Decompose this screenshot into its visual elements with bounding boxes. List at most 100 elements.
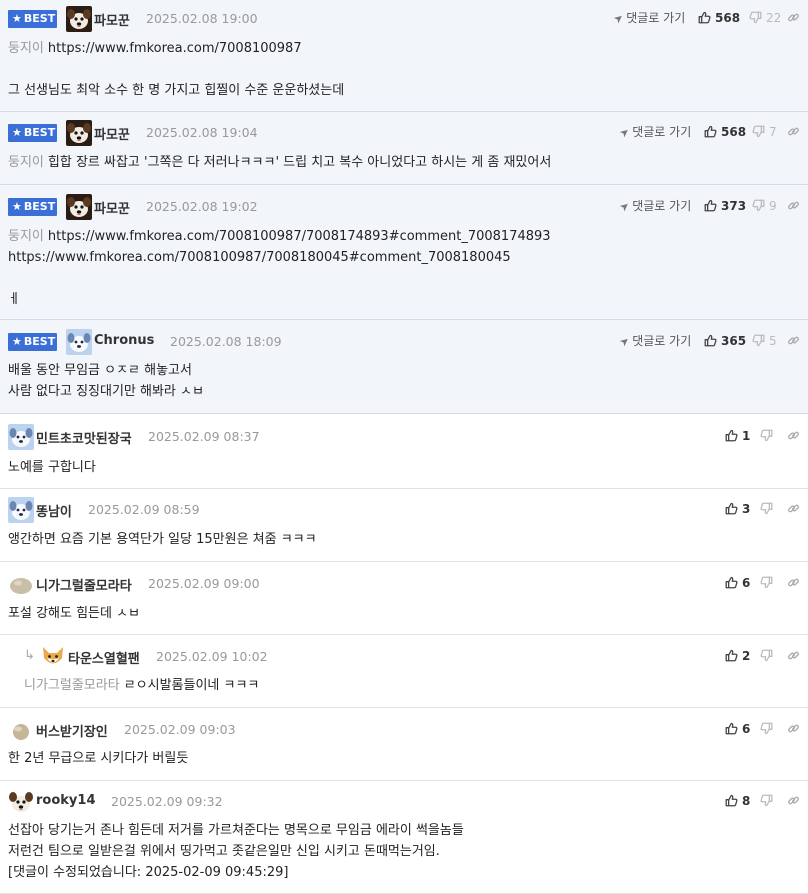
star-icon: ★: [12, 335, 22, 348]
author-nickname[interactable]: 버스받기장인: [36, 721, 108, 740]
comment-body: 둥지이 https://www.fmkorea.com/7008100987 그 …: [8, 38, 800, 101]
comment-date: 2025.02.08 19:00: [146, 11, 258, 26]
thumbs-up-icon: [725, 502, 738, 516]
author-nickname[interactable]: 니가그럴줄모라타: [36, 575, 132, 594]
upvote-button[interactable]: 8: [725, 794, 750, 808]
downvote-button[interactable]: [760, 794, 773, 808]
avatar[interactable]: [8, 717, 34, 743]
go-to-reply-link[interactable]: ➤댓글로 가기: [617, 197, 691, 215]
avatar[interactable]: [66, 194, 92, 220]
mention-nickname[interactable]: 둥지이: [8, 155, 44, 170]
go-to-reply-link[interactable]: ➤댓글로 가기: [611, 9, 685, 27]
upvote-button[interactable]: 6: [725, 722, 750, 736]
comment-line: 배울 동안 무임금 ㅇㅈㄹ 해놓고서: [8, 360, 800, 381]
avatar[interactable]: [8, 789, 34, 815]
thumbs-down-icon: [760, 722, 773, 736]
permalink-icon[interactable]: [787, 199, 800, 214]
author-nickname[interactable]: rooky14: [36, 793, 95, 808]
permalink-icon[interactable]: [787, 794, 800, 809]
downvote-button[interactable]: 9: [752, 199, 777, 213]
author-nickname[interactable]: 타운스열혈팬: [68, 648, 140, 667]
upvote-button[interactable]: 1: [725, 429, 750, 443]
upvote-count: 8: [742, 794, 751, 808]
send-arrow-icon: ➤: [616, 333, 633, 350]
comment-date: 2025.02.09 08:59: [88, 502, 200, 517]
avatar[interactable]: [66, 120, 92, 146]
go-to-reply-link[interactable]: ➤댓글로 가기: [616, 332, 691, 350]
comment-text: https://www.fmkorea.com/7008100987: [47, 41, 302, 56]
mention-nickname[interactable]: 니가그럴줄모라타: [24, 678, 120, 693]
downvote-button[interactable]: 22: [749, 11, 781, 25]
upvote-button[interactable]: 568: [704, 125, 746, 139]
thumbs-down-icon: [752, 199, 765, 213]
comment-date: 2025.02.08 19:02: [146, 199, 258, 214]
thumbs-up-icon: [725, 722, 738, 736]
downvote-button[interactable]: [760, 649, 773, 663]
comment-line: 둥지이 https://www.fmkorea.com/7008100987/70…: [8, 226, 800, 247]
permalink-icon[interactable]: [787, 649, 800, 664]
author-nickname[interactable]: 파모꾼: [94, 10, 130, 29]
mention-nickname[interactable]: 둥지이: [8, 229, 44, 244]
author-nickname[interactable]: 파모꾼: [94, 124, 130, 143]
author-nickname[interactable]: 똥남이: [36, 501, 72, 520]
avatar[interactable]: [66, 329, 92, 355]
permalink-icon[interactable]: [787, 125, 800, 140]
downvote-count: 5: [769, 334, 777, 348]
downvote-button[interactable]: [760, 722, 773, 736]
comment-text: 배울 동안 무임금 ㅇㅈㄹ 해놓고서: [8, 363, 192, 378]
avatar[interactable]: [8, 497, 34, 523]
downvote-button[interactable]: [760, 502, 773, 516]
permalink-icon[interactable]: [787, 11, 800, 26]
avatar[interactable]: [8, 571, 34, 597]
upvote-button[interactable]: 3: [725, 502, 750, 516]
mention-nickname[interactable]: 둥지이: [8, 41, 44, 56]
upvote-button[interactable]: 365: [704, 334, 746, 348]
avatar[interactable]: [66, 6, 92, 32]
downvote-count: 9: [769, 199, 777, 213]
upvote-button[interactable]: 568: [698, 11, 740, 25]
thumbs-up-icon: [725, 429, 738, 443]
downvote-button[interactable]: [760, 429, 773, 443]
downvote-button[interactable]: [760, 576, 773, 590]
comment-date: 2025.02.09 09:32: [111, 794, 223, 809]
permalink-icon[interactable]: [787, 429, 800, 444]
thumbs-up-icon: [704, 125, 717, 139]
thumbs-down-icon: [760, 429, 773, 443]
comment-body: 앵간하면 요즘 기본 용역단가 일당 15만원은 쳐줌 ㅋㅋㅋ: [8, 529, 800, 550]
upvote-count: 6: [742, 576, 751, 590]
comment-text: 힙합 장르 싸잡고 '그쪽은 다 저러나ㅋㅋㅋ' 드립 치고 복수 아니었다고 …: [47, 155, 552, 170]
comment-text: ㄹㅇ시발롬들이네 ㅋㅋㅋ: [123, 678, 260, 693]
downvote-button[interactable]: 7: [752, 125, 777, 139]
thumbs-down-icon: [760, 502, 773, 516]
upvote-count: 3: [742, 502, 751, 516]
permalink-icon[interactable]: [787, 502, 800, 517]
thumbs-down-icon: [752, 334, 765, 348]
author-nickname[interactable]: Chronus: [94, 333, 154, 348]
comment-date: 2025.02.09 09:00: [148, 576, 260, 591]
comment-date: 2025.02.09 10:02: [156, 649, 268, 664]
author-nickname[interactable]: 파모꾼: [94, 198, 130, 217]
permalink-icon[interactable]: [787, 334, 800, 349]
comment-line: 사람 없다고 징징대기만 해봐라 ㅅㅂ: [8, 381, 800, 402]
comment-body: 한 2년 무급으로 시키다가 버릴듯: [8, 748, 800, 769]
comment-body: 둥지이 힙합 장르 싸잡고 '그쪽은 다 저러나ㅋㅋㅋ' 드립 치고 복수 아니었…: [8, 152, 800, 173]
upvote-button[interactable]: 2: [725, 649, 750, 663]
best-comment: ★ BEST 파모꾼 2025.02.08 19:00 ➤댓글로 가기 568 22 둥지이 h…: [0, 0, 808, 112]
thumbs-down-icon: [752, 125, 765, 139]
permalink-icon[interactable]: [787, 722, 800, 737]
upvote-button[interactable]: 373: [704, 199, 746, 213]
comment-body: 둥지이 https://www.fmkorea.com/7008100987/70…: [8, 226, 800, 310]
author-nickname[interactable]: 민트초코맛된장국: [36, 428, 132, 447]
upvote-count: 568: [721, 125, 747, 139]
upvote-count: 365: [721, 334, 747, 348]
upvote-button[interactable]: 6: [725, 576, 750, 590]
thumbs-up-icon: [725, 649, 738, 663]
permalink-icon[interactable]: [787, 576, 800, 591]
downvote-button[interactable]: 5: [752, 334, 777, 348]
go-to-reply-link[interactable]: ➤댓글로 가기: [617, 123, 691, 141]
comment-line: 둥지이 https://www.fmkorea.com/7008100987: [8, 38, 800, 59]
avatar[interactable]: [8, 424, 34, 450]
avatar[interactable]: [40, 644, 66, 670]
thumbs-down-icon: [760, 649, 773, 663]
best-label: BEST: [23, 126, 56, 139]
